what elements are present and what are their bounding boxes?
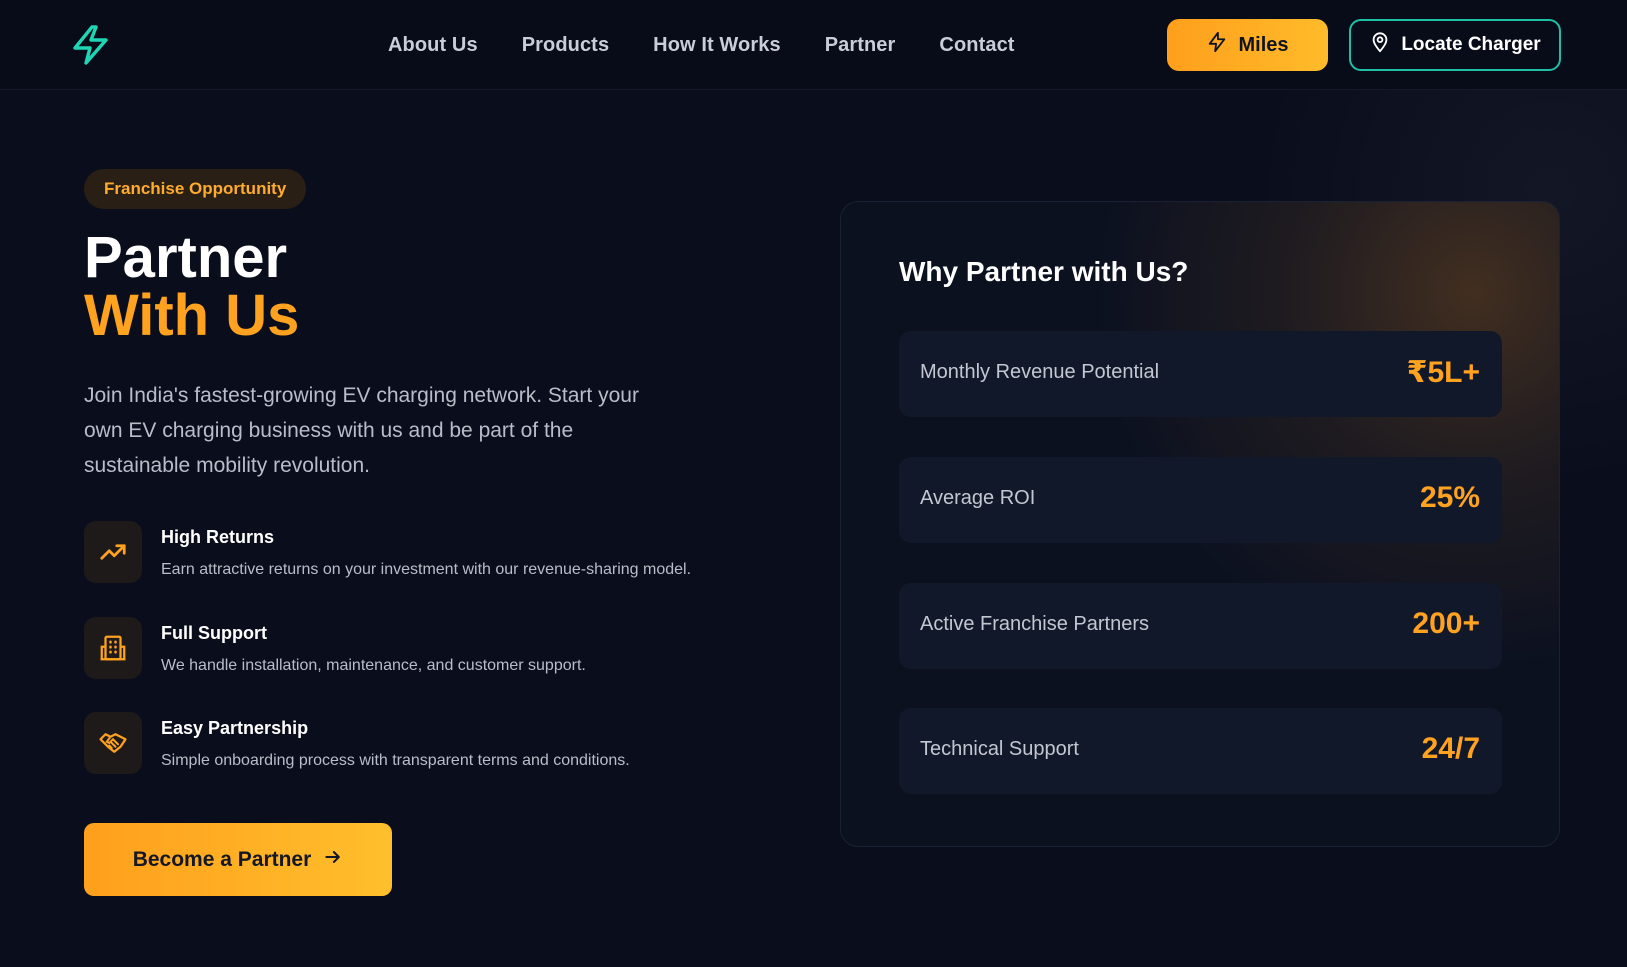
- arrow-right-icon: [323, 847, 343, 873]
- title-line-2: With Us: [84, 283, 300, 348]
- building-icon: [84, 617, 142, 679]
- stat-label: Monthly Revenue Potential: [920, 361, 1160, 383]
- feature-easy-partnership: Easy Partnership Simple onboarding proce…: [84, 712, 764, 776]
- miles-button[interactable]: Miles: [1167, 19, 1328, 71]
- feature-title: Full Support: [161, 623, 267, 643]
- stat-value: 200+: [1412, 607, 1480, 640]
- stat-value: 24/7: [1421, 732, 1480, 765]
- franchise-badge: Franchise Opportunity: [84, 169, 307, 209]
- cta-label: Become a Partner: [132, 847, 312, 871]
- stat-monthly-revenue: Monthly Revenue Potential ₹5L+: [899, 331, 1502, 417]
- feature-full-support: Full Support We handle installation, mai…: [84, 617, 764, 681]
- why-partner-card: Why Partner with Us? Monthly Revenue Pot…: [840, 201, 1560, 847]
- nav-products[interactable]: Products: [522, 30, 609, 60]
- page-title: Partner With Us: [84, 229, 299, 345]
- stat-label: Technical Support: [920, 738, 1079, 760]
- stat-value: ₹5L+: [1406, 356, 1480, 389]
- become-partner-button[interactable]: Become a Partner: [84, 823, 392, 896]
- nav-partner[interactable]: Partner: [825, 30, 896, 60]
- site-header: About Us Products How It Works Partner C…: [0, 0, 1627, 90]
- feature-text: Simple onboarding process with transpare…: [161, 752, 630, 769]
- stat-value: 25%: [1419, 481, 1480, 514]
- lightning-logo-icon[interactable]: [70, 24, 114, 66]
- stat-average-roi: Average ROI 25%: [899, 457, 1502, 543]
- map-pin-icon: [1369, 31, 1391, 59]
- nav-about-us[interactable]: About Us: [388, 30, 478, 60]
- feature-high-returns: High Returns Earn attractive returns on …: [84, 521, 764, 585]
- lightning-icon: [1206, 31, 1228, 59]
- handshake-icon: [84, 712, 142, 774]
- feature-title: High Returns: [161, 527, 275, 547]
- miles-label: Miles: [1238, 33, 1289, 56]
- main-nav: About Us Products How It Works Partner C…: [388, 30, 1059, 60]
- trending-up-icon: [84, 521, 142, 583]
- card-title: Why Partner with Us?: [899, 256, 1189, 287]
- nav-how-it-works[interactable]: How It Works: [653, 30, 781, 60]
- title-line-1: Partner: [84, 225, 288, 290]
- locate-charger-label: Locate Charger: [1401, 34, 1541, 55]
- page: About Us Products How It Works Partner C…: [0, 0, 1627, 967]
- feature-text: Earn attractive returns on your investme…: [161, 561, 692, 578]
- stat-technical-support: Technical Support 24/7: [899, 708, 1502, 794]
- feature-title: Easy Partnership: [161, 718, 309, 738]
- hero-description: Join India's fastest-growing EV charging…: [84, 384, 639, 477]
- stat-label: Active Franchise Partners: [920, 613, 1149, 635]
- nav-contact[interactable]: Contact: [939, 30, 1014, 60]
- stat-active-partners: Active Franchise Partners 200+: [899, 583, 1502, 669]
- locate-charger-button[interactable]: Locate Charger: [1349, 19, 1561, 71]
- feature-text: We handle installation, maintenance, and…: [161, 657, 586, 674]
- stat-label: Average ROI: [920, 487, 1036, 509]
